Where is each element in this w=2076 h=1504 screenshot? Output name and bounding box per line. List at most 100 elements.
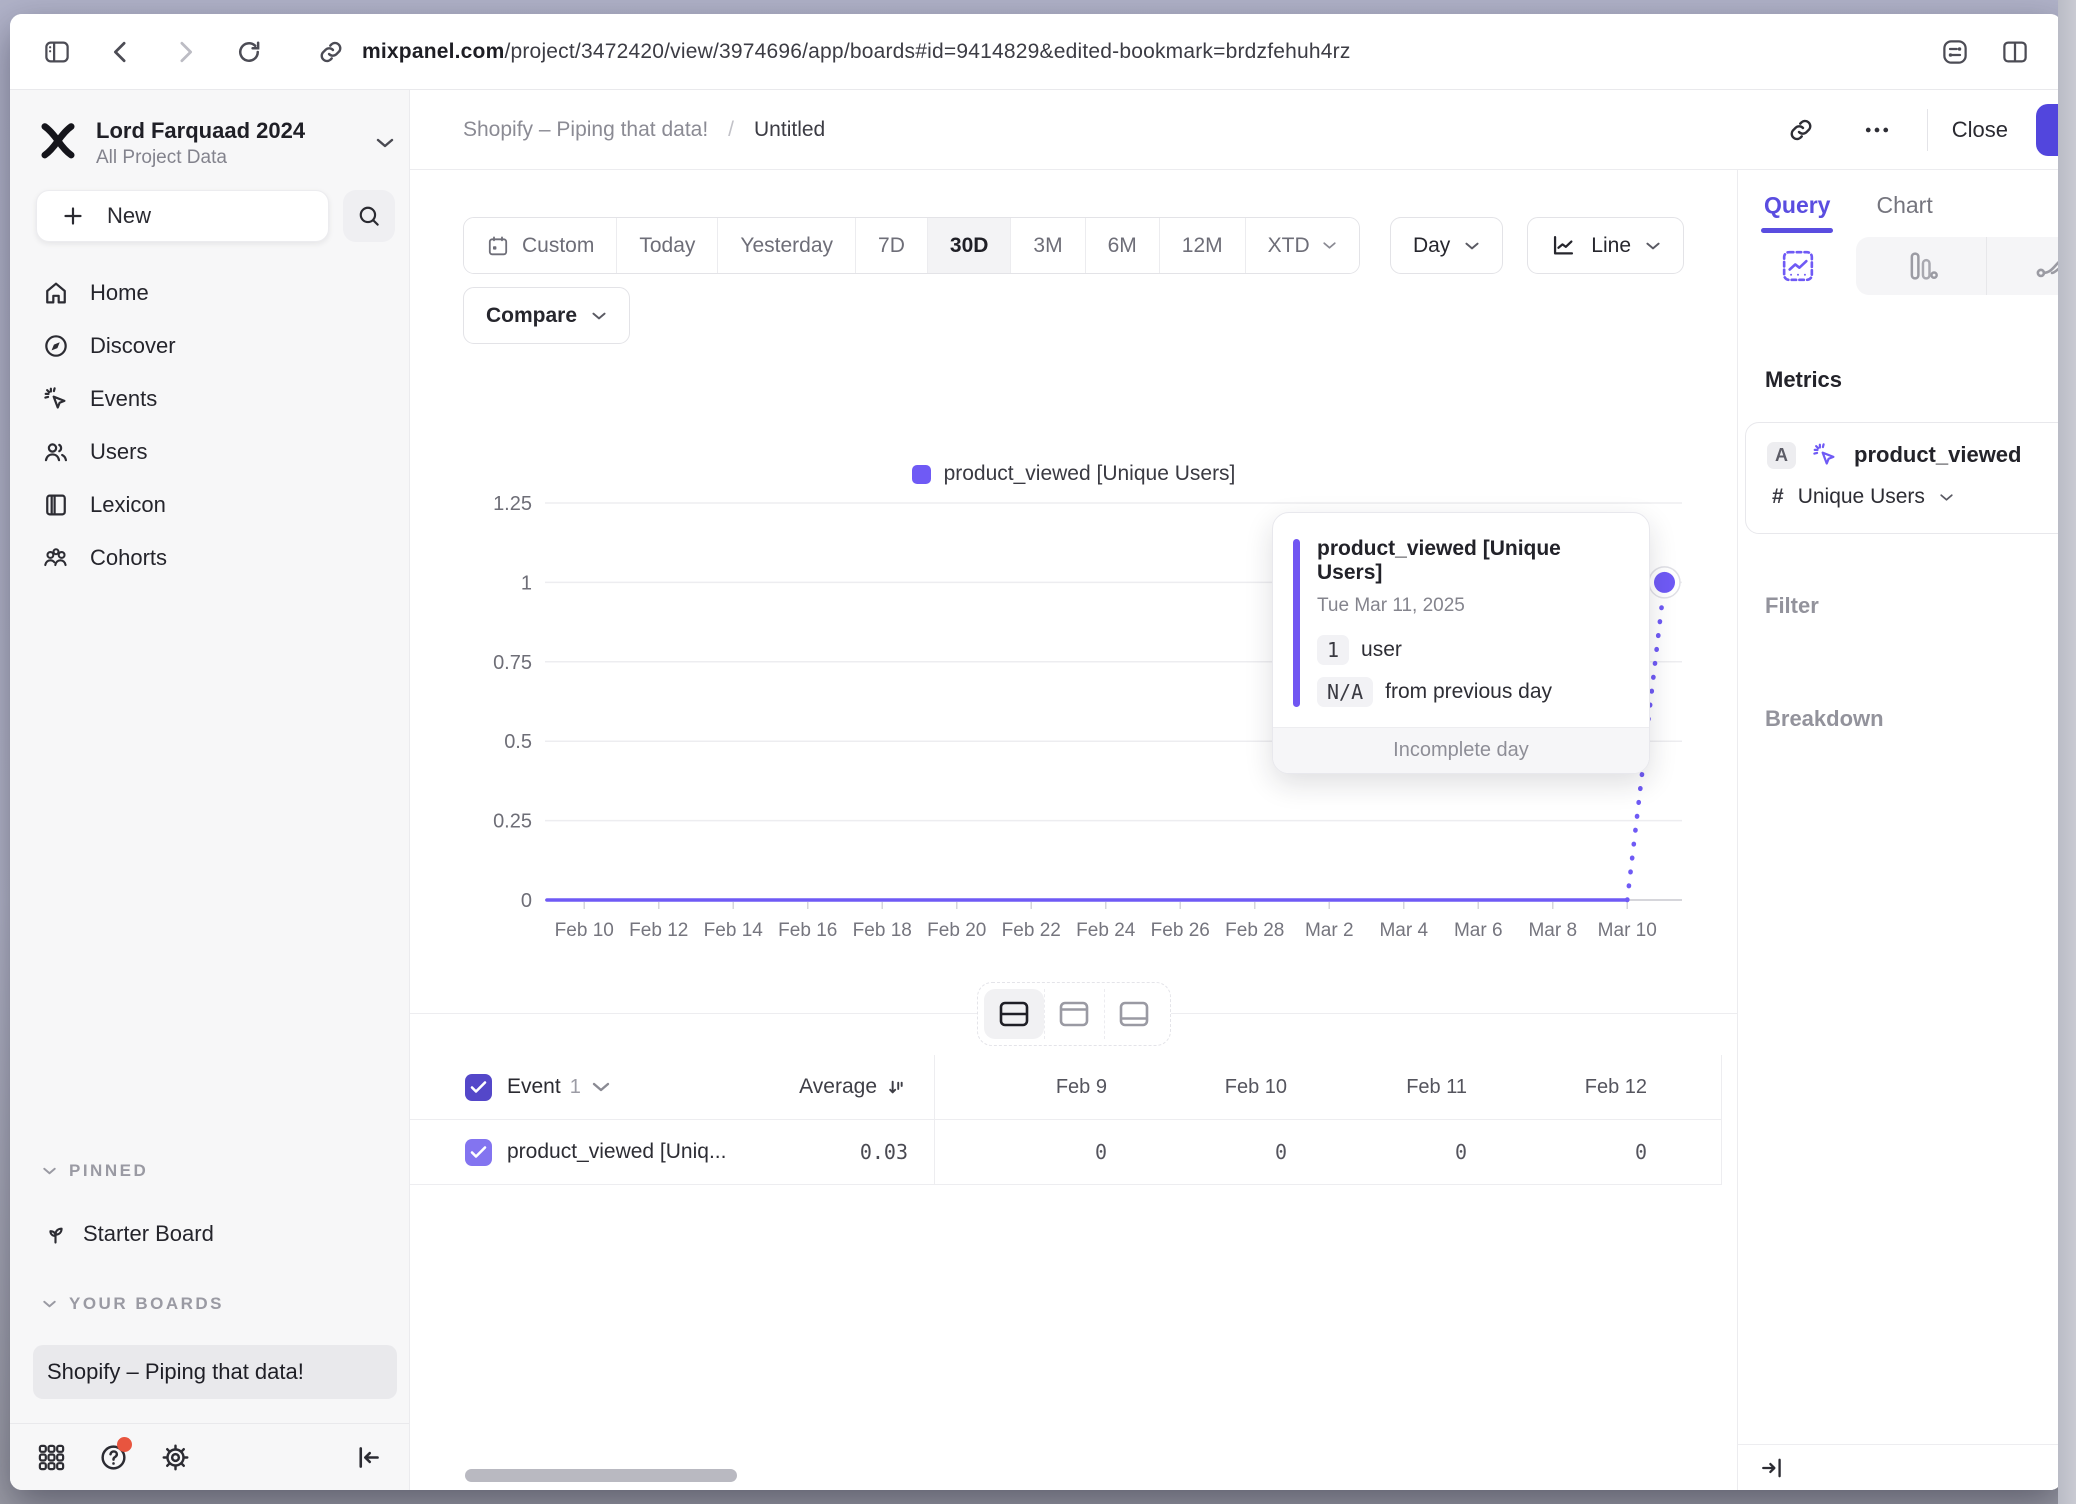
lexicon-icon <box>42 491 70 519</box>
sidebar-item-cohorts[interactable]: Cohorts <box>24 531 395 584</box>
reload-icon[interactable] <box>232 35 266 69</box>
close-button[interactable]: Close <box>1952 117 2008 143</box>
sidebar-item-label: Events <box>90 386 157 412</box>
row-series-name[interactable]: product_viewed [Uniq... <box>507 1140 726 1164</box>
help-icon[interactable] <box>96 1440 130 1474</box>
tooltip-footer: Incomplete day <box>1273 727 1649 773</box>
range-xtd-button[interactable]: XTD <box>1246 218 1359 273</box>
plus-icon <box>61 204 85 228</box>
table-row: product_viewed [Uniq... 0.03 0000 <box>410 1120 1721 1185</box>
url-path: /project/3472420/view/3974696/app/boards… <box>504 40 1350 63</box>
sidebar-item-starter-board[interactable]: Starter Board <box>42 1220 214 1247</box>
tooltip-title: product_viewed [Unique Users] <box>1317 537 1623 585</box>
x-axis-tick-label: Mar 2 <box>1305 920 1354 941</box>
range-30d-button[interactable]: 30D <box>928 218 1012 273</box>
project-switcher[interactable]: Lord Farquaad 2024 All Project Data <box>36 110 395 176</box>
query-panel: Query Chart <box>1737 170 2062 1490</box>
table-header-row: Event 1 Average Feb 9Feb 10Feb 11Feb 12 <box>410 1055 1721 1120</box>
sidebar-item-label: Home <box>90 280 149 306</box>
range-custom-button[interactable]: Custom <box>464 218 617 273</box>
horizontal-scrollbar[interactable] <box>465 1469 737 1482</box>
your-boards-section-header[interactable]: YOUR BOARDS <box>42 1294 224 1314</box>
back-icon[interactable] <box>104 35 138 69</box>
sidebar-item-label: Cohorts <box>90 545 167 571</box>
layout-split-view-button[interactable] <box>984 989 1044 1039</box>
tab-query[interactable]: Query <box>1764 192 1830 233</box>
metric-aggregation-row[interactable]: # Unique Users <box>1746 469 2062 509</box>
url-host: mixpanel.com <box>362 40 504 63</box>
apps-grid-icon[interactable] <box>34 1440 68 1474</box>
sidebar-item-events[interactable]: Events <box>24 372 395 425</box>
sidebar-item-users[interactable]: Users <box>24 425 395 478</box>
insights-report-icon[interactable] <box>1780 248 1816 284</box>
funnels-report-icon[interactable] <box>1903 248 1939 284</box>
range-label: 12M <box>1182 234 1223 258</box>
copy-link-icon[interactable] <box>1781 110 1821 150</box>
x-axis-tick-label: Mar 10 <box>1598 920 1657 941</box>
forward-icon[interactable] <box>168 35 202 69</box>
metric-letter-badge: A <box>1767 442 1796 469</box>
layout-toggle-group <box>977 982 1171 1046</box>
layout-chart-view-button[interactable] <box>1044 989 1104 1039</box>
breadcrumb-view[interactable]: Untitled <box>754 118 825 142</box>
search-button[interactable] <box>343 190 395 242</box>
breakdown-section-label[interactable]: Breakdown <box>1765 706 1884 732</box>
chevron-down-icon[interactable] <box>591 1081 611 1093</box>
split-view-icon[interactable] <box>1998 35 2032 69</box>
row-average-value: 0.03 <box>860 1140 908 1164</box>
url-bar[interactable]: mixpanel.com/project/3472420/view/397469… <box>362 40 1351 64</box>
range-yesterday-button[interactable]: Yesterday <box>718 218 856 273</box>
sidebar-item-board-shopify[interactable]: Shopify – Piping that data! <box>33 1345 397 1399</box>
breadcrumb: Shopify – Piping that data! / Untitled <box>463 90 825 170</box>
table-date-column-header: Feb 10 <box>1115 1055 1295 1119</box>
new-button[interactable]: New <box>36 190 329 242</box>
range-3m-button[interactable]: 3M <box>1011 218 1085 273</box>
tab-chart[interactable]: Chart <box>1876 192 1932 233</box>
range-label: Today <box>639 234 695 258</box>
metric-event-row[interactable]: A product_viewed <box>1746 423 2062 469</box>
sprout-icon <box>42 1220 69 1247</box>
aggregation-prefix: # <box>1772 485 1784 509</box>
line-chart-icon <box>1550 232 1577 259</box>
chart-legend[interactable]: product_viewed [Unique Users] <box>410 462 1737 486</box>
range-12m-button[interactable]: 12M <box>1160 218 1246 273</box>
range-label: XTD <box>1268 234 1310 258</box>
range-6m-button[interactable]: 6M <box>1086 218 1160 273</box>
chevron-down-icon <box>1322 241 1337 250</box>
sidebar-item-home[interactable]: Home <box>24 266 395 319</box>
breakdown-table: Event 1 Average Feb 9Feb 10Feb 11Feb 12 <box>410 1055 1722 1185</box>
settings-gear-icon[interactable] <box>158 1440 192 1474</box>
x-axis-tick-label: Feb 14 <box>704 920 764 941</box>
collapse-sidebar-icon[interactable] <box>351 1440 385 1474</box>
sidebar-item-lexicon[interactable]: Lexicon <box>24 478 395 531</box>
collapse-panel-icon[interactable] <box>1758 1454 1786 1482</box>
chart-type-button[interactable]: Line <box>1527 217 1684 274</box>
x-axis-tick-label: Feb 20 <box>927 920 986 941</box>
average-column-label[interactable]: Average <box>799 1075 877 1099</box>
browser-extensions-icon[interactable] <box>1938 35 1972 69</box>
row-checkbox[interactable] <box>465 1139 492 1166</box>
sidebar-item-discover[interactable]: Discover <box>24 319 395 372</box>
range-7d-button[interactable]: 7D <box>856 218 928 273</box>
compare-button[interactable]: Compare <box>463 287 630 344</box>
x-axis-tick-label: Mar 8 <box>1528 920 1577 941</box>
filter-section-label[interactable]: Filter <box>1765 593 1819 619</box>
legend-swatch <box>912 465 931 484</box>
select-all-checkbox[interactable] <box>465 1074 492 1101</box>
granularity-button[interactable]: Day <box>1390 217 1503 274</box>
tooltip-delta-label: from previous day <box>1385 680 1552 704</box>
chevron-down-icon <box>375 137 395 149</box>
breadcrumb-board[interactable]: Shopify – Piping that data! <box>463 118 708 142</box>
browser-sidebar-toggle-icon[interactable] <box>40 35 74 69</box>
layout-table-view-button[interactable] <box>1104 989 1164 1039</box>
y-axis-tick-label: 1 <box>521 572 532 594</box>
sidebar: Lord Farquaad 2024 All Project Data New … <box>10 90 410 1490</box>
chevron-down-icon <box>42 1166 57 1176</box>
sidebar-footer <box>10 1423 409 1490</box>
range-today-button[interactable]: Today <box>617 218 718 273</box>
tooltip-delta: N/A <box>1317 677 1373 707</box>
pinned-section-header[interactable]: PINNED <box>42 1161 148 1181</box>
sort-icon[interactable] <box>885 1076 908 1099</box>
more-menu-icon[interactable] <box>1857 110 1897 150</box>
chevron-down-icon <box>42 1299 57 1309</box>
